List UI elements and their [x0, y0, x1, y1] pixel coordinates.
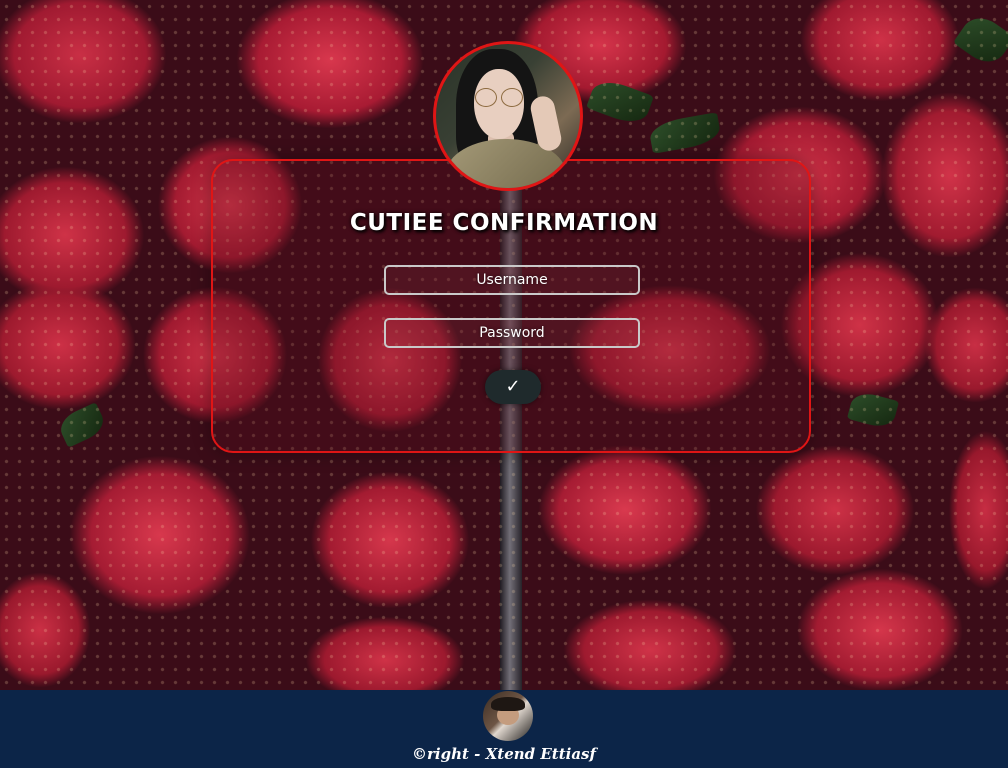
- background-leaf: [55, 402, 109, 448]
- login-page: CUTIEE CONFIRMATION ✓ ©right - Xtend Ett…: [0, 0, 1008, 768]
- background-leaf: [952, 9, 1008, 71]
- footer-credit: ©right - Xtend Ettiasf: [412, 745, 596, 763]
- login-card: [211, 159, 811, 453]
- username-input[interactable]: [384, 265, 640, 295]
- background-leaf: [585, 75, 655, 129]
- glasses: [473, 88, 525, 107]
- check-icon: ✓: [505, 376, 521, 397]
- submit-button[interactable]: ✓: [485, 370, 541, 404]
- author-avatar: [483, 691, 533, 741]
- profile-photo: [433, 41, 583, 191]
- password-input[interactable]: [384, 318, 640, 348]
- background-leaf: [647, 112, 723, 154]
- form-title: CUTIEE CONFIRMATION: [349, 210, 659, 236]
- background-leaf: [846, 389, 900, 431]
